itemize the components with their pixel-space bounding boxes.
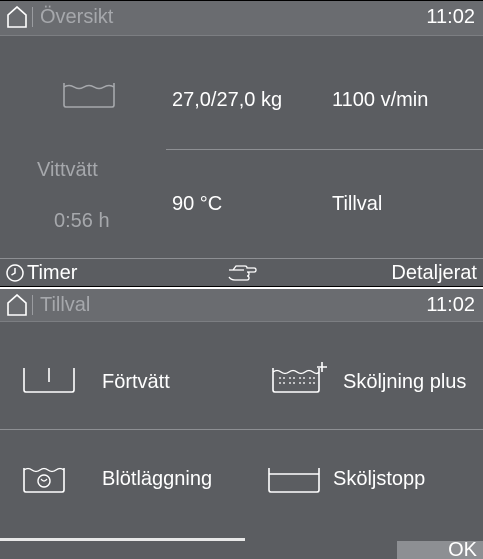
title-separator	[32, 7, 33, 27]
home-icon[interactable]	[6, 5, 28, 29]
soak-icon	[23, 467, 65, 493]
clock-icon	[6, 264, 24, 282]
ok-button[interactable]: OK	[397, 539, 483, 559]
divider	[166, 149, 483, 150]
prewash-icon	[23, 368, 75, 393]
clock: 11:02	[426, 6, 475, 28]
spin-value[interactable]: 1100 v/min	[332, 88, 428, 112]
option-prewash[interactable]: Förtvätt	[0, 322, 240, 429]
page-title: Tillval	[40, 294, 91, 316]
hand-pointer-icon[interactable]	[228, 264, 258, 282]
option-label: Förtvätt	[102, 371, 170, 393]
timer-button[interactable]: Timer	[6, 261, 77, 285]
washtub-icon[interactable]	[62, 81, 116, 109]
rinse-plus-icon	[272, 362, 327, 393]
status-bar: Tillval 11:02	[0, 289, 483, 322]
overview-footer: Timer Detaljerat	[0, 258, 483, 286]
program-name[interactable]: Vittvätt	[37, 158, 98, 182]
scroll-indicator	[0, 538, 245, 541]
option-rinse-hold[interactable]: Sköljstopp	[241, 430, 483, 535]
remaining-time: 0:56 h	[54, 210, 110, 232]
options-link[interactable]: Tillval	[332, 192, 382, 216]
details-button[interactable]: Detaljerat	[391, 261, 477, 285]
option-label: Blötläggning	[102, 468, 213, 490]
ok-label: OK	[448, 539, 477, 559]
temperature-value[interactable]: 90 °C	[172, 192, 222, 216]
page-title: Översikt	[40, 6, 114, 28]
option-label: Sköljning plus	[343, 371, 467, 393]
options-screen: Tillval 11:02 Förtvätt Sköljning plus Bl…	[0, 289, 483, 559]
title-separator	[32, 295, 33, 315]
option-label: Sköljstopp	[333, 468, 426, 490]
status-bar: Översikt 11:02	[0, 1, 483, 36]
option-rinse-plus[interactable]: Sköljning plus	[241, 322, 483, 429]
home-icon[interactable]	[6, 293, 28, 317]
overview-screen: Översikt 11:02 27,0/27,0 kg 1100 v/min V…	[0, 0, 483, 287]
option-soak[interactable]: Blötläggning	[0, 430, 240, 535]
load-value[interactable]: 27,0/27,0 kg	[172, 88, 282, 112]
clock: 11:02	[426, 294, 475, 316]
rinse-hold-icon	[268, 468, 320, 493]
timer-label: Timer	[27, 262, 78, 284]
